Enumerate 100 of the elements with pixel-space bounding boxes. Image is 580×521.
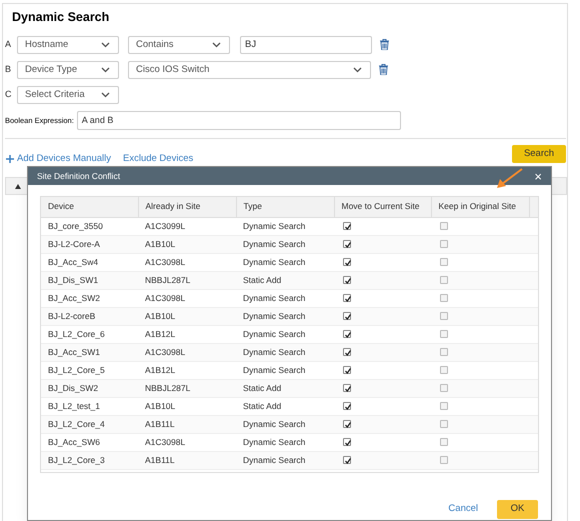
table-cell: Dynamic Search	[236, 343, 334, 361]
checkbox[interactable]	[440, 312, 448, 320]
table-cell: A1C3099L	[138, 217, 236, 235]
checkbox[interactable]	[440, 420, 448, 428]
cancel-link[interactable]: Cancel	[448, 502, 478, 517]
table-cell: A1B12L	[138, 325, 236, 343]
column-header[interactable]: Keep in Original Site	[431, 197, 529, 217]
table-cell: Dynamic Search	[236, 325, 334, 343]
column-header[interactable]: Type	[236, 197, 334, 217]
table-cell: Dynamic Search	[236, 217, 334, 235]
checkbox[interactable]	[343, 294, 351, 302]
table-cell: NBBJL287L	[138, 379, 236, 397]
table-cell: A1C3098L	[138, 289, 236, 307]
table-cell: Dynamic Search	[236, 451, 334, 469]
checkbox[interactable]	[440, 222, 448, 230]
chevron-icon	[212, 42, 221, 48]
chevron-icon	[353, 66, 362, 73]
table-cell: Dynamic Search	[236, 235, 334, 253]
search-button[interactable]: Search	[512, 144, 566, 163]
annotation-arrow	[496, 167, 524, 189]
chevron-icon	[101, 92, 110, 98]
criteria-letter: A	[4, 38, 12, 51]
table-cell: BJ_L2_Core_5	[41, 361, 138, 379]
trash-icon[interactable]	[379, 64, 388, 76]
checkbox[interactable]	[343, 402, 351, 410]
table-cell: BJ_core_3550	[41, 217, 138, 235]
table-cell: Dynamic Search	[236, 361, 334, 379]
checkbox[interactable]	[440, 258, 448, 266]
checkbox[interactable]	[440, 366, 448, 374]
checkbox[interactable]	[343, 276, 351, 284]
checkbox[interactable]	[343, 384, 351, 392]
checkbox[interactable]	[440, 348, 448, 356]
trash-icon[interactable]	[380, 39, 389, 50]
table-cell: BJ_Acc_Sw4	[41, 253, 138, 271]
table-cell: BJ_Dis_SW1	[41, 271, 138, 289]
field-dropdown[interactable]: Select Criteria	[17, 86, 119, 104]
operator-dropdown[interactable]: Contains	[128, 36, 230, 54]
checkbox[interactable]	[343, 366, 351, 374]
checkbox[interactable]	[343, 456, 351, 464]
table-cell: Dynamic Search	[236, 433, 334, 451]
close-button[interactable]: ×	[534, 170, 542, 182]
table-cell: BJ_Dis_SW2	[41, 379, 138, 397]
table-cell: A1B11L	[138, 415, 236, 433]
table-cell: Static Add	[236, 271, 334, 289]
checkbox[interactable]	[440, 384, 448, 392]
dialog-title: Site Definition Conflict	[37, 170, 120, 182]
table-cell: Dynamic Search	[236, 307, 334, 325]
ok-button[interactable]: OK	[497, 500, 538, 519]
table-cell: A1B10L	[138, 235, 236, 253]
table-cell: BJ-L2-coreB	[41, 307, 138, 325]
checkbox[interactable]	[440, 240, 448, 248]
table-cell: Dynamic Search	[236, 415, 334, 433]
field-dropdown[interactable]: Device Type	[17, 60, 119, 79]
section-title: Dynamic Search	[11, 9, 110, 26]
value-dropdown[interactable]: Cisco IOS Switch	[128, 60, 371, 79]
criteria-letter: C	[4, 88, 12, 101]
table-cell: A1B10L	[138, 307, 236, 325]
checkbox[interactable]	[440, 402, 448, 410]
table-cell: BJ_Acc_SW1	[41, 343, 138, 361]
table-cell: Dynamic Search	[236, 289, 334, 307]
table-cell: BJ_Acc_SW6	[41, 433, 138, 451]
table-cell: A1B12L	[138, 361, 236, 379]
sort-icon[interactable]	[15, 184, 21, 189]
checkbox[interactable]	[440, 330, 448, 338]
table-cell: BJ_L2_Core_3	[41, 451, 138, 469]
checkbox[interactable]	[343, 222, 351, 230]
table-cell: Static Add	[236, 379, 334, 397]
add-devices-link[interactable]: Add Devices Manually	[6, 152, 111, 166]
table-cell: A1B11L	[138, 451, 236, 469]
expression-field[interactable]: A and B	[76, 110, 401, 130]
table-cell: A1C3098L	[138, 253, 236, 271]
column-header[interactable]: Move to Current Site	[334, 197, 431, 217]
column-header[interactable]: Already in Site	[138, 197, 236, 217]
table-cell: Static Add	[236, 397, 334, 415]
checkbox[interactable]	[343, 240, 351, 248]
table-cell: A1C3098L	[138, 433, 236, 451]
checkbox[interactable]	[343, 330, 351, 338]
table-cell: BJ_L2_Core_4	[41, 415, 138, 433]
table-cell: BJ_L2_Core_6	[41, 325, 138, 343]
checkbox[interactable]	[343, 258, 351, 266]
chevron-icon	[101, 66, 110, 73]
column-header[interactable]: Device	[41, 197, 138, 217]
checkbox[interactable]	[440, 438, 448, 446]
table-cell: Dynamic Search	[236, 253, 334, 271]
checkbox[interactable]	[343, 420, 351, 428]
table-cell: BJ-L2-Core-A	[41, 235, 138, 253]
checkbox[interactable]	[343, 348, 351, 356]
table-cell: BJ_Acc_SW2	[41, 289, 138, 307]
table-cell: BJ_L2_test_1	[41, 397, 138, 415]
exclude-devices-link[interactable]: Exclude Devices	[123, 152, 194, 166]
checkbox[interactable]	[440, 294, 448, 302]
table-cell: A1B10L	[138, 397, 236, 415]
checkbox[interactable]	[440, 456, 448, 464]
field-dropdown[interactable]: Hostname	[17, 36, 119, 54]
checkbox[interactable]	[440, 276, 448, 284]
checkbox[interactable]	[343, 312, 351, 320]
value-field[interactable]: BJ	[240, 36, 372, 54]
table-cell: A1C3098L	[138, 343, 236, 361]
checkbox[interactable]	[343, 438, 351, 446]
chevron-icon	[101, 42, 110, 48]
